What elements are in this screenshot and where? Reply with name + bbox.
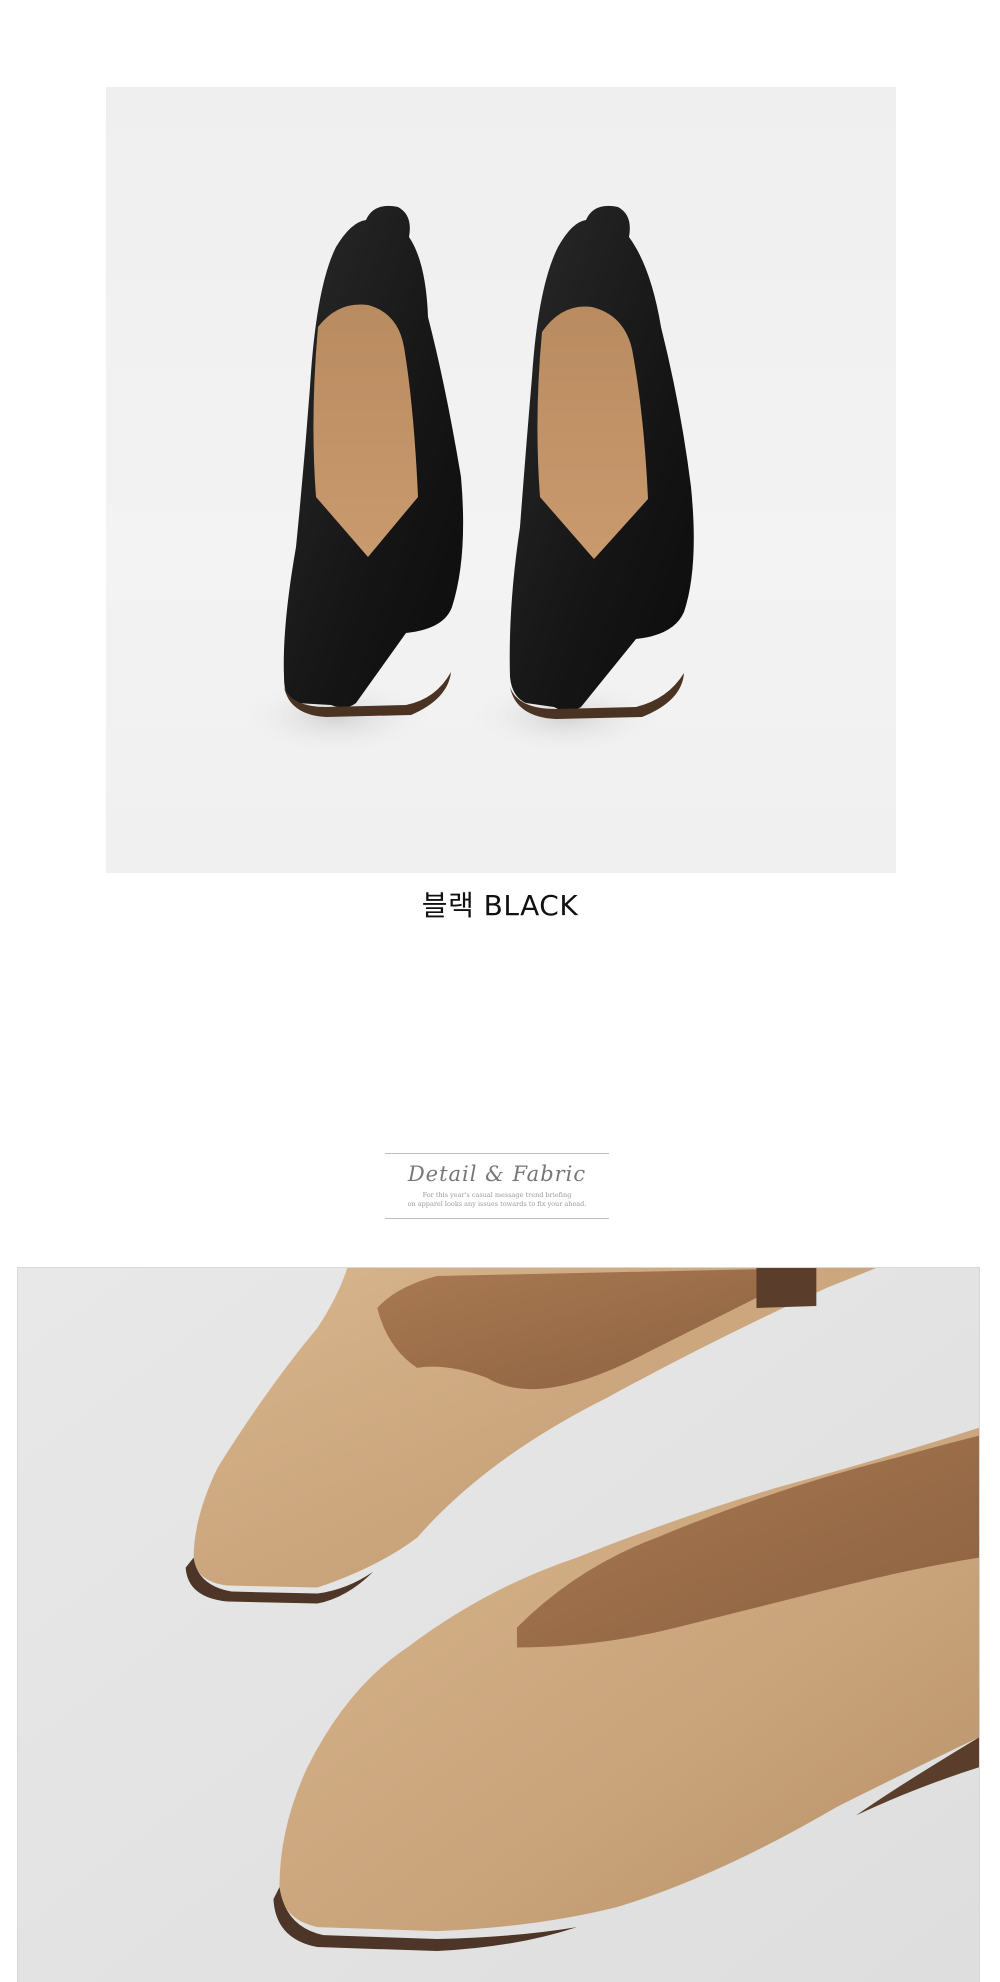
section-title: Detail & Fabric: [407, 1162, 587, 1186]
divider: [385, 1218, 609, 1219]
section-subtitle-line: For this year's casual message trend bri…: [422, 1191, 572, 1199]
color-label: 블랙 BLACK: [421, 889, 579, 922]
divider: [385, 1153, 609, 1154]
product-photo-beige-flats-detail: [17, 1267, 980, 1982]
detail-fabric-header: Detail & Fabric For this year's casual m…: [385, 1153, 609, 1220]
product-photo-black-flats: [106, 87, 896, 873]
section-subtitle-line: on apparel looks any issues towards to f…: [407, 1200, 587, 1208]
